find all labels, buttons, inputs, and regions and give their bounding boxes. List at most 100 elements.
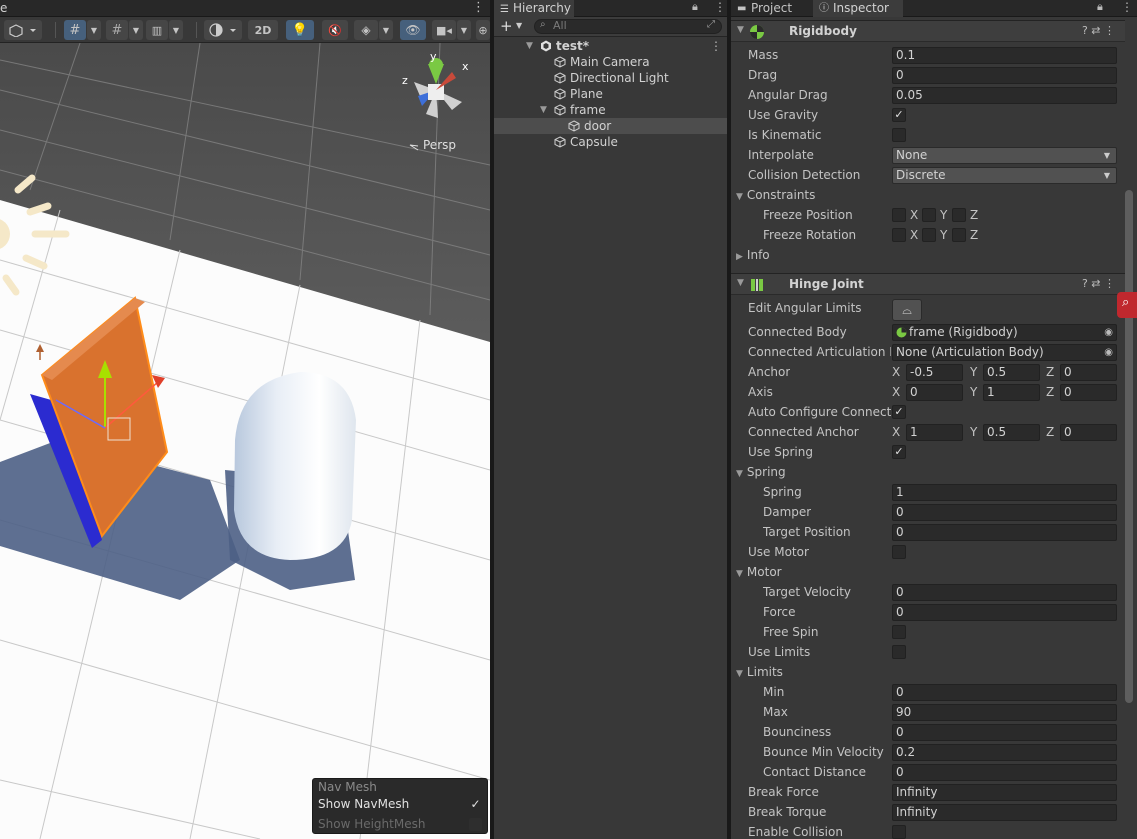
show-navmesh-label[interactable]: Show NavMesh (318, 797, 409, 811)
hierarchy-item[interactable]: ▼ frame (494, 102, 727, 118)
toggle-2d-button[interactable]: 2D (248, 20, 278, 40)
add-dropdown-icon[interactable]: ▼ (516, 21, 522, 30)
connected-anchor-y-field[interactable]: 0.5 (983, 424, 1040, 441)
hierarchy-item[interactable]: ▼ test* ⋮ (494, 38, 727, 54)
grid-snap-dropdown[interactable]: ▼ (87, 20, 101, 40)
anchor-x-field[interactable]: -0.5 (906, 364, 963, 381)
axis-z-field[interactable]: 0 (1060, 384, 1117, 401)
increment-snap-dropdown[interactable]: ▼ (129, 20, 143, 40)
target-velocity-field[interactable]: 0 (892, 584, 1117, 601)
shading-mode-button[interactable] (204, 20, 242, 40)
search-overlay-button[interactable]: ⌕ (1117, 292, 1137, 318)
more-options-icon[interactable]: ⋮ (472, 0, 485, 15)
freeze-position-z-checkbox[interactable] (952, 208, 966, 222)
freeze-rotation-y-checkbox[interactable] (922, 228, 936, 242)
inspector-scrollbar[interactable] (1125, 190, 1133, 703)
audio-toggle-button[interactable]: 🔇 (322, 20, 348, 40)
scene-viewport[interactable] (0, 0, 490, 839)
lock-icon[interactable]: 🔒︎ (692, 0, 698, 14)
info-foldout[interactable]: ▶ Info (736, 248, 770, 262)
axis-y-field[interactable]: 1 (983, 384, 1040, 401)
expand-arrow-icon[interactable]: ▼ (540, 102, 547, 118)
min-field[interactable]: 0 (892, 684, 1117, 701)
lock-icon[interactable]: 🔒︎ (1097, 0, 1103, 14)
break-force-field[interactable]: Infinity (892, 784, 1117, 801)
connected-articulation-field[interactable]: None (Articulation Body) ◉ (892, 344, 1117, 361)
anchor-y-field[interactable]: 0.5 (983, 364, 1040, 381)
use-gravity-checkbox[interactable]: ✓ (892, 108, 906, 122)
object-picker-icon[interactable]: ◉ (1104, 325, 1113, 340)
is-kinematic-checkbox[interactable] (892, 128, 906, 142)
axis-x-field[interactable]: 0 (906, 384, 963, 401)
more-options-icon[interactable]: ⋮ (1121, 0, 1133, 14)
freeze-rotation-x-checkbox[interactable] (892, 228, 906, 242)
hidden-objects-button[interactable]: 👁 (400, 20, 426, 40)
fold-arrow-icon[interactable]: ▼ (737, 278, 744, 288)
object-picker-icon[interactable]: ◉ (1104, 345, 1113, 360)
hierarchy-item[interactable]: Directional Light (494, 70, 727, 86)
bounce-min-velocity-field[interactable]: 0.2 (892, 744, 1117, 761)
use-spring-checkbox[interactable]: ✓ (892, 445, 906, 459)
effects-button[interactable]: ◈ (354, 20, 378, 40)
connected-anchor-x-field[interactable]: 1 (906, 424, 963, 441)
camera-button[interactable]: ■◂ (432, 20, 456, 40)
contact-distance-field[interactable]: 0 (892, 764, 1117, 781)
mass-field[interactable]: 0.1 (892, 47, 1117, 64)
freeze-position-x-checkbox[interactable] (892, 208, 906, 222)
scene-view[interactable]: x y z Persp e ⋮ # ▼ # ▼ ▥ ▼ 2D 💡 🔇 ◈ ▼ 👁… (0, 0, 490, 839)
freeze-rotation-z-checkbox[interactable] (952, 228, 966, 242)
max-field[interactable]: 90 (892, 704, 1117, 721)
use-limits-checkbox[interactable] (892, 645, 906, 659)
expand-arrow-icon[interactable]: ▼ (526, 38, 533, 54)
auto-configure-checkbox[interactable]: ✓ (892, 405, 906, 419)
free-spin-checkbox[interactable] (892, 625, 906, 639)
persp-label[interactable]: Persp (423, 138, 456, 152)
use-motor-checkbox[interactable] (892, 545, 906, 559)
damper-field[interactable]: 0 (892, 504, 1117, 521)
component-menu-icons[interactable]: ? ⇄ ⋮ (1082, 24, 1115, 37)
tab-hierarchy[interactable]: ☰ Hierarchy (494, 0, 574, 17)
spring-field[interactable]: 1 (892, 484, 1117, 501)
hierarchy-search-input[interactable]: ⌕ All ⤢ (534, 19, 722, 34)
drag-field[interactable]: 0 (892, 67, 1117, 84)
add-object-button[interactable]: + (500, 17, 513, 35)
edit-angular-limits-button[interactable]: ⌓ (892, 299, 922, 321)
spring-foldout[interactable]: ▼ Spring (736, 465, 786, 479)
hierarchy-item[interactable]: Plane (494, 86, 727, 102)
freeze-position-y-checkbox[interactable] (922, 208, 936, 222)
hierarchy-item[interactable]: Capsule (494, 134, 727, 150)
tab-inspector[interactable]: ⓘ Inspector (813, 0, 903, 17)
bounciness-field[interactable]: 0 (892, 724, 1117, 741)
target-position-field[interactable]: 0 (892, 524, 1117, 541)
grid-snap-button[interactable]: # (64, 20, 86, 40)
hinge-joint-header[interactable]: ▼ Hinge Joint ? ⇄ ⋮ (731, 273, 1125, 295)
anchor-z-field[interactable]: 0 (1060, 364, 1117, 381)
connected-anchor-z-field[interactable]: 0 (1060, 424, 1117, 441)
motor-foldout[interactable]: ▼ Motor (736, 565, 782, 579)
scene-tab-title[interactable]: e (0, 1, 7, 15)
search-filter-icon[interactable]: ⤢ (707, 19, 715, 30)
break-torque-field[interactable]: Infinity (892, 804, 1117, 821)
hierarchy-item[interactable]: Main Camera (494, 54, 727, 70)
increment-snap-button[interactable]: # (106, 20, 128, 40)
more-options-icon[interactable]: ⋮ (714, 0, 726, 14)
ruler-dropdown[interactable]: ▼ (169, 20, 183, 40)
hierarchy-item[interactable]: door (494, 118, 727, 134)
component-menu-icons[interactable]: ? ⇄ ⋮ (1082, 277, 1115, 290)
lighting-toggle-button[interactable]: 💡 (286, 20, 314, 40)
draw-mode-button[interactable] (4, 20, 42, 40)
gizmos-button[interactable]: ⊕ (476, 20, 490, 40)
angular-drag-field[interactable]: 0.05 (892, 87, 1117, 104)
tab-project[interactable]: ▬ Project (731, 0, 811, 17)
connected-body-field[interactable]: frame (Rigidbody) ◉ (892, 324, 1117, 341)
camera-dropdown[interactable]: ▼ (457, 20, 471, 40)
enable-collision-checkbox[interactable] (892, 825, 906, 839)
ruler-button[interactable]: ▥ (146, 20, 168, 40)
interpolate-dropdown[interactable]: None ▼ (892, 147, 1117, 164)
force-field[interactable]: 0 (892, 604, 1117, 621)
limits-foldout[interactable]: ▼ Limits (736, 665, 783, 679)
collision-detection-dropdown[interactable]: Discrete ▼ (892, 167, 1117, 184)
fold-arrow-icon[interactable]: ▼ (737, 25, 744, 35)
rigidbody-header[interactable]: ▼ Rigidbody ? ⇄ ⋮ (731, 20, 1125, 42)
more-options-icon[interactable]: ⋮ (710, 38, 722, 54)
